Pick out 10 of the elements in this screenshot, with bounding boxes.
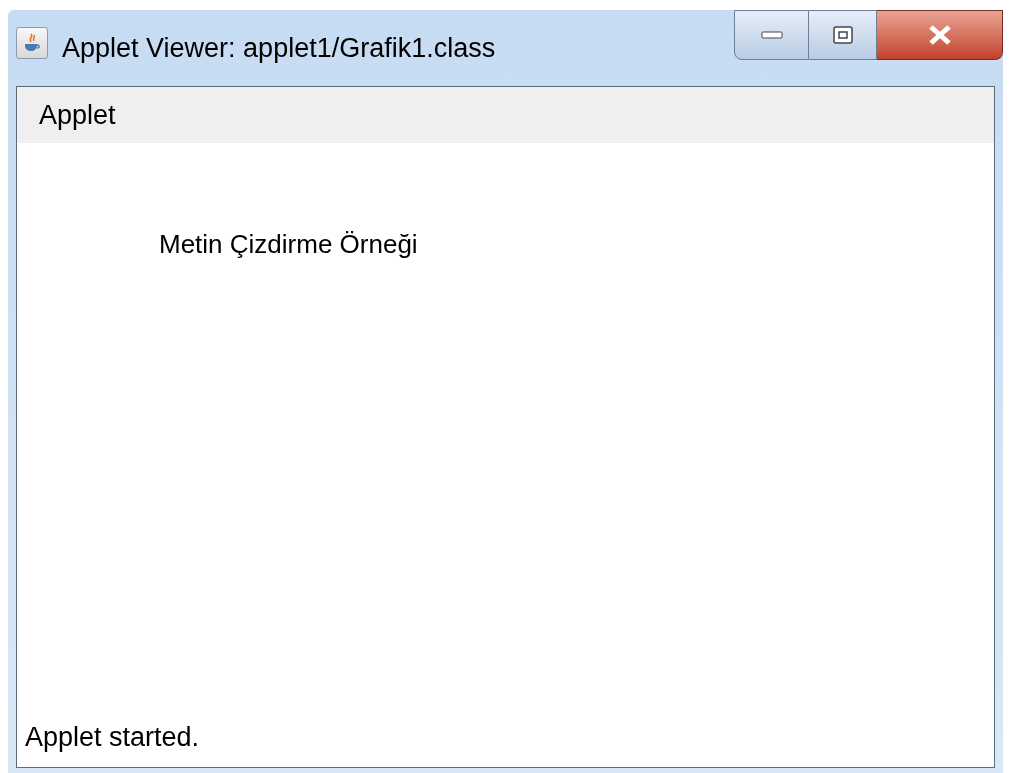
drawn-text: Metin Çizdirme Örneği [159, 229, 418, 259]
menu-item[interactable]: Applet [39, 94, 116, 136]
close-button[interactable] [877, 10, 1003, 60]
window-title: Applet Viewer: applet1/Grafik1.class [62, 32, 496, 65]
minimize-icon [760, 30, 783, 40]
java-cup-icon [16, 27, 48, 59]
minimize-button[interactable] [734, 10, 809, 60]
maximize-icon [831, 25, 854, 45]
maximize-button[interactable] [809, 10, 877, 60]
status-text: Applet started. [25, 721, 200, 752]
